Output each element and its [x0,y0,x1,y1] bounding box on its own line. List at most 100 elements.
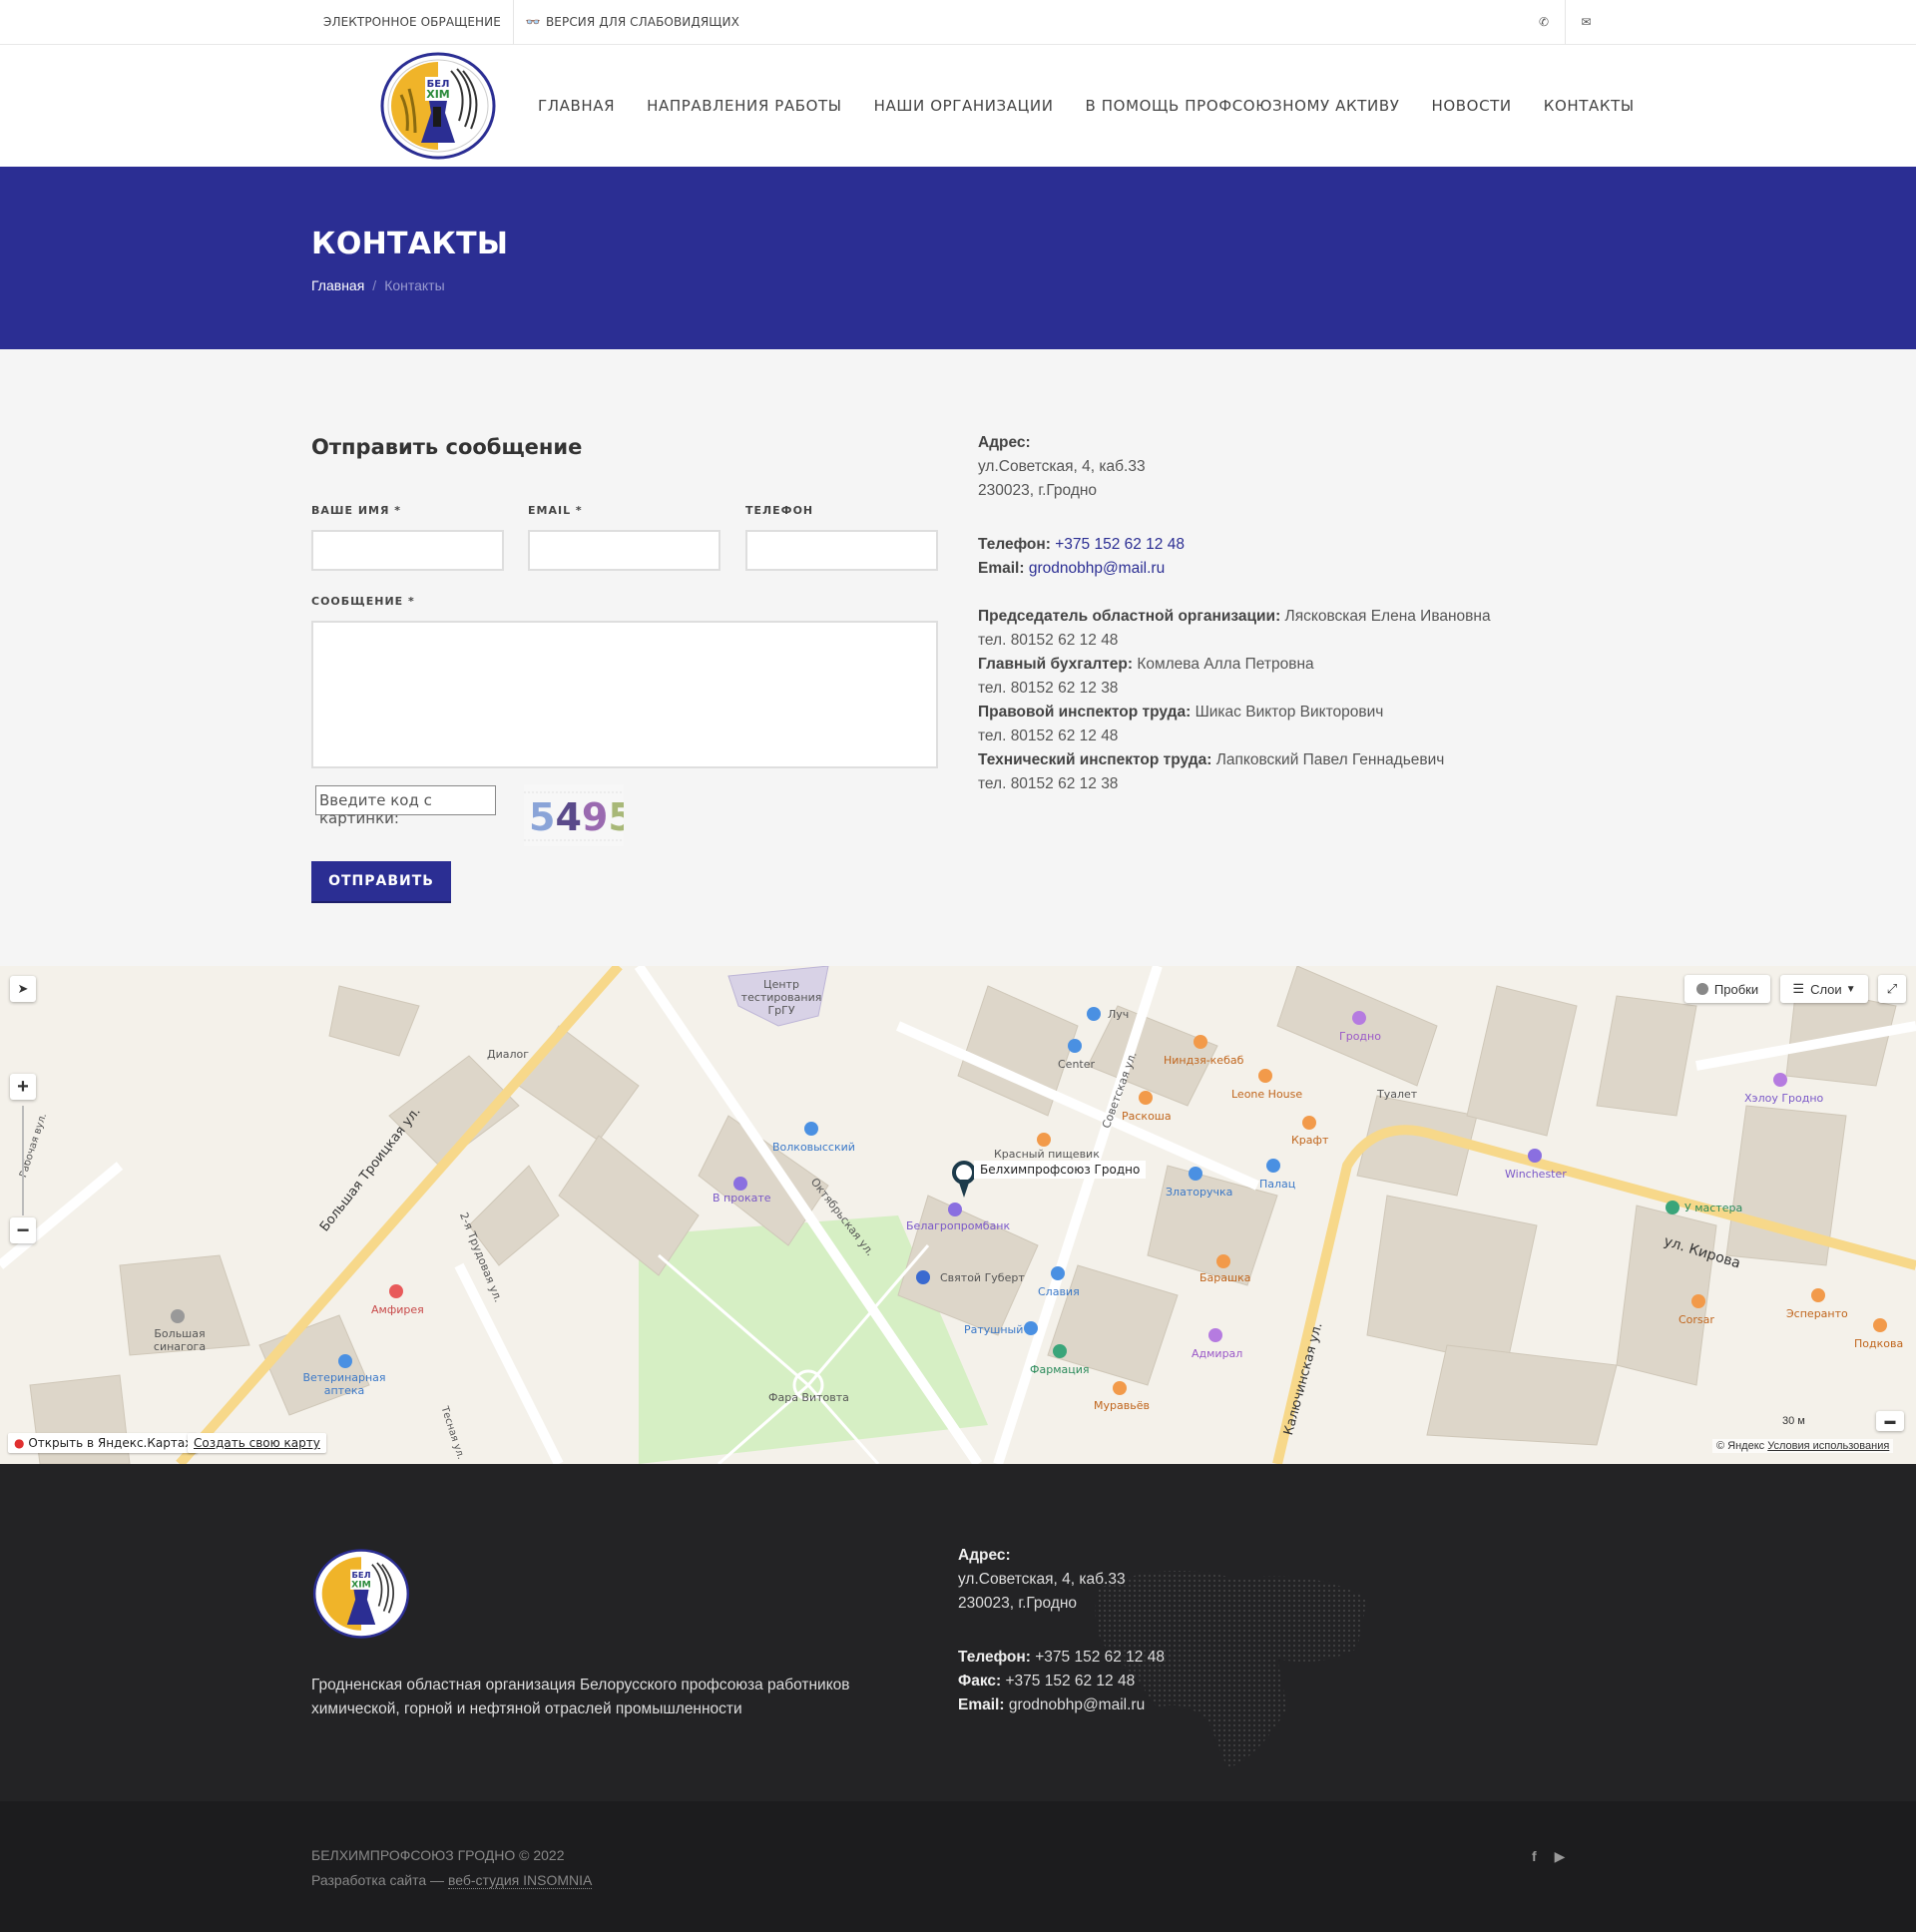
poi-label[interactable]: Раскоша [1122,1110,1172,1123]
open-in-yandex-link[interactable]: ● Открыть в Яндекс.Картах [8,1433,199,1453]
message-label: СООБЩЕНИЕ * [311,595,415,608]
staff-role: Правовой инспектор труда: [978,704,1192,721]
fullscreen-icon[interactable]: ⤢ [1878,975,1906,1003]
email-info-label: Email: [978,560,1025,577]
captcha-input[interactable]: Введите код с картинки: [315,785,496,827]
youtube-icon[interactable]: ▶ [1555,1848,1566,1865]
staff-name: Шикас Виктор Викторович [1195,704,1384,721]
breadcrumb-home[interactable]: Главная [311,277,364,293]
zoom-out-button[interactable]: − [10,1217,36,1243]
form-title: Отправить сообщение [311,435,583,459]
layers-button[interactable]: ☰ Слои ▼ [1780,975,1868,1003]
facebook-icon[interactable]: f [1532,1848,1537,1865]
poi-label[interactable]: У мастера [1684,1202,1742,1214]
poi-label[interactable]: Славия [1038,1285,1080,1298]
footer-phone[interactable]: +375 152 62 12 48 [1035,1649,1165,1666]
poi-label[interactable]: Большая синагога [150,1327,210,1353]
poi-label[interactable]: Подкова [1854,1337,1903,1350]
email-link[interactable]: grodnobhp@mail.ru [1029,560,1165,577]
copyright-text: © Яндекс [1716,1440,1765,1452]
geolocation-button[interactable]: ➤ [10,976,36,1002]
email-input[interactable] [528,530,720,571]
poi-label[interactable]: Адмирал [1192,1347,1242,1360]
poi-label[interactable]: Белагропромбанк [906,1219,1010,1232]
poi-label[interactable]: Златоручка [1166,1186,1232,1199]
yandex-map[interactable]: Большая Троицкая ул. 2-я Трудовая ул. Ок… [0,966,1916,1464]
nav-contacts[interactable]: КОНТАКТЫ [1528,97,1651,115]
main-nav: ГЛАВНАЯ НАПРАВЛЕНИЯ РАБОТЫ НАШИ ОРГАНИЗА… [522,45,1651,167]
low-vision-link[interactable]: 👓 ВЕРСИЯ ДЛЯ СЛАБОВИДЯЩИХ [512,0,751,44]
poi-label[interactable]: Диалог [487,1048,529,1061]
poi-label[interactable]: Луч [1108,1008,1129,1021]
poi-label[interactable]: Центр тестирования ГрГУ [736,978,826,1017]
poi-label[interactable]: Ветеринарная аптека [299,1371,389,1397]
poi-label[interactable]: Center [1058,1058,1095,1071]
traffic-icon [1695,983,1708,995]
poi-label[interactable]: Волковысский [772,1141,855,1154]
traffic-button[interactable]: Пробки [1684,975,1770,1003]
poi-label[interactable]: Святой Губерт [940,1271,1025,1284]
poi-label[interactable]: Хэлоу Гродно [1744,1092,1823,1105]
top-bar: ЭЛЕКТРОННОЕ ОБРАЩЕНИЕ 👓 ВЕРСИЯ ДЛЯ СЛАБО… [0,0,1916,45]
footer-contacts: Адрес: ул.Советская, 4, каб.33 230023, г… [958,1544,1457,1717]
phone-link[interactable]: +375 152 62 12 48 [1055,536,1185,553]
poi-label[interactable]: Фара Витовта [768,1391,849,1404]
nav-directions[interactable]: НАПРАВЛЕНИЯ РАБОТЫ [631,97,857,115]
poi-label[interactable]: Туалет [1377,1088,1417,1101]
poi-label[interactable]: Барашка [1199,1271,1250,1284]
nav-news[interactable]: НОВОСТИ [1416,97,1528,115]
site-footer: БЕЛ ХIМ Гродненская областная организаци… [0,1464,1916,1801]
poi-label[interactable]: В прокате [713,1192,771,1205]
nav-activists[interactable]: В ПОМОЩЬ ПРОФСОЮЗНОМУ АКТИВУ [1070,97,1416,115]
name-label: ВАШЕ ИМЯ * [311,504,402,517]
poi-label[interactable]: Ниндзя-кебаб [1164,1054,1243,1067]
footer-email[interactable]: grodnobhp@mail.ru [1009,1696,1145,1713]
traffic-label: Пробки [1713,981,1759,997]
envelope-icon[interactable]: ✉ [1565,0,1607,44]
name-input[interactable] [311,530,504,571]
staff-role: Технический инспектор труда: [978,751,1212,768]
address-line2: 230023, г.Гродно [978,482,1098,499]
footer-address-line1: ул.Советская, 4, каб.33 [958,1571,1126,1588]
terms-link[interactable]: Условия использования [1767,1440,1889,1452]
layers-label: Слои [1810,981,1842,997]
layers-icon: ☰ [1792,981,1805,996]
poi-label[interactable]: Эсперанто [1786,1307,1848,1320]
address-label: Адрес: [978,434,1031,451]
zoom-slider[interactable] [22,1106,24,1215]
chevron-down-icon: ▼ [1845,983,1856,995]
placemark-label[interactable]: Белхимпрофсоюз Гродно [974,1161,1147,1179]
poi-label[interactable]: Фармация [1030,1363,1090,1376]
create-map-link[interactable]: Создать свою карту [188,1433,326,1453]
glasses-icon: 👓 [525,15,541,29]
electronic-appeal-link[interactable]: ЭЛЕКТРОННОЕ ОБРАЩЕНИЕ [311,0,513,44]
poi-label[interactable]: Winchester [1505,1168,1567,1181]
phone-icon[interactable]: ✆ [1523,0,1565,44]
copyright-text: БЕЛХИМПРОФСОЮЗ ГРОДНО © 2022 [311,1847,565,1863]
zoom-in-button[interactable]: + [10,1074,36,1100]
ruler-icon[interactable]: ▬ [1876,1411,1904,1431]
page-title-bar: КОНТАКТЫ Главная / Контакты [0,167,1916,349]
footer-fax: +375 152 62 12 48 [1005,1673,1136,1690]
poi-label[interactable]: Ратушный [964,1323,1023,1336]
poi-label[interactable]: Амфирея [371,1303,424,1316]
nav-organizations[interactable]: НАШИ ОРГАНИЗАЦИИ [858,97,1070,115]
poi-label[interactable]: Муравьёв [1094,1399,1150,1412]
email-label: EMAIL * [528,504,583,517]
poi-label[interactable]: Leone House [1231,1088,1302,1101]
message-textarea[interactable] [311,621,938,768]
poi-label[interactable]: Гродно [1339,1030,1381,1043]
belhim-logo: БЕЛ ХIМ [380,52,496,160]
footer-description: Гродненская областная организация Белору… [311,1677,850,1717]
low-vision-label: ВЕРСИЯ ДЛЯ СЛАБОВИДЯЩИХ [545,15,739,29]
footer-email-label: Email: [958,1696,1005,1713]
poi-label[interactable]: Corsar [1678,1313,1714,1326]
nav-home[interactable]: ГЛАВНАЯ [522,97,631,115]
poi-label[interactable]: Крафт [1291,1134,1328,1147]
submit-button[interactable]: ОТПРАВИТЬ [311,861,451,901]
footer-logo-text-bottom: ХIМ [351,1579,371,1590]
poi-label[interactable]: Красный пищевик [994,1148,1100,1161]
phone-input[interactable] [745,530,938,571]
poi-label[interactable]: Палац [1259,1178,1295,1191]
studio-link[interactable]: веб-студия INSOMNIA [447,1872,593,1889]
